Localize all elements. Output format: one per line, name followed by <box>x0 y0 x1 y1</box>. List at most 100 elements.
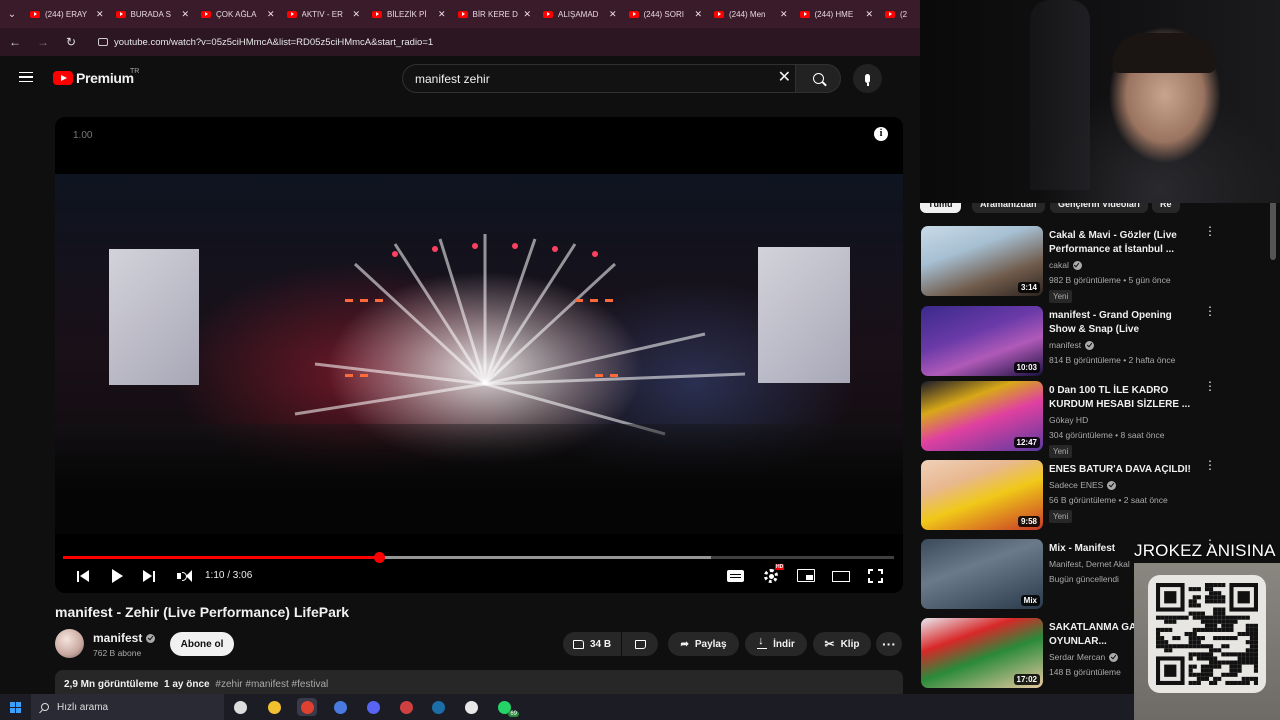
volume-icon[interactable] <box>176 568 192 584</box>
more-options-icon[interactable]: ⋮ <box>1204 305 1216 317</box>
video-frame[interactable] <box>55 174 903 534</box>
scrubber-handle[interactable] <box>373 552 385 563</box>
tab-title: ÇOK AĞLA <box>216 9 257 19</box>
channel-name[interactable]: manifest <box>93 631 156 645</box>
discord-icon[interactable] <box>363 698 383 716</box>
taskbar-search[interactable]: Hızlı arama <box>31 694 224 720</box>
chrome-icon[interactable] <box>297 698 317 716</box>
menu-icon[interactable] <box>19 72 33 82</box>
youtube-favicon-icon <box>457 10 468 18</box>
like-button[interactable]: 34 B <box>563 632 621 656</box>
settings-gear-icon[interactable] <box>764 569 778 583</box>
next-icon[interactable] <box>142 568 156 584</box>
new-badge: Yeni <box>1049 290 1073 303</box>
recommendation-title[interactable]: 0 Dan 100 TL İLE KADRO KURDUM HESABI SİZ… <box>1049 384 1199 412</box>
video-thumbnail[interactable]: 9:58 <box>921 460 1043 530</box>
recommendation-item[interactable]: 10:03 manifest - Grand Opening Show & Sna… <box>920 305 1270 376</box>
tab-close-icon[interactable]: ✕ <box>181 9 189 20</box>
tab-close-icon[interactable]: ✕ <box>609 9 617 20</box>
tab-close-icon[interactable]: ✕ <box>267 9 275 20</box>
video-title: manifest - Zehir (Live Performance) Life… <box>55 604 350 620</box>
browser-tab[interactable]: AKTIV - ER ✕ <box>281 0 367 28</box>
app-icon-blue[interactable] <box>330 698 350 716</box>
fullscreen-icon[interactable] <box>868 569 883 583</box>
search-button[interactable] <box>795 64 841 93</box>
play-icon[interactable] <box>111 568 123 584</box>
dislike-button[interactable] <box>622 632 658 656</box>
browser-tab[interactable]: ÇOK AĞLA ✕ <box>195 0 281 28</box>
video-thumbnail[interactable]: Mix <box>921 539 1043 609</box>
xbox-icon[interactable] <box>461 698 481 716</box>
browser-tab[interactable]: BURADA S ✕ <box>110 0 196 28</box>
more-actions-button[interactable]: ··· <box>876 632 902 656</box>
miniplayer-icon[interactable] <box>797 569 815 582</box>
back-icon[interactable]: ← <box>8 35 22 49</box>
task-view-icon[interactable] <box>230 698 250 716</box>
voice-search-button[interactable] <box>853 64 882 93</box>
recommendation-channel[interactable]: manifest <box>1049 340 1095 350</box>
recommendation-item[interactable]: 9:58 ENES BATUR'A DAVA AÇILDI! Sadece ENES… <box>920 459 1270 530</box>
more-options-icon[interactable]: ⋮ <box>1204 380 1216 392</box>
more-options-icon[interactable]: ⋮ <box>1204 459 1216 471</box>
browser-tab[interactable]: BİR KERE D ✕ <box>452 0 538 28</box>
tab-close-icon[interactable]: ✕ <box>865 9 873 20</box>
theater-mode-icon[interactable] <box>832 571 850 582</box>
tab-search-button[interactable]: ⌄ <box>0 0 24 28</box>
tab-close-icon[interactable]: ✕ <box>523 9 531 20</box>
clip-button[interactable]: ✂ Klip <box>813 632 871 656</box>
video-thumbnail[interactable]: 3:14 <box>921 226 1043 296</box>
upload-age: 1 ay önce <box>164 679 210 690</box>
tab-close-icon[interactable]: ✕ <box>96 9 104 20</box>
browser-tab[interactable]: (244) ERAY ✕ <box>24 0 110 28</box>
browser-tab[interactable]: BİLEZİK Pİ ✕ <box>366 0 452 28</box>
sidebar-scrollbar[interactable] <box>1270 200 1276 260</box>
recommendation-channel[interactable]: Gökay HD <box>1049 415 1088 425</box>
hashtags[interactable]: #zehir #manifest #festival <box>215 679 328 690</box>
clear-search-icon[interactable]: ✕ <box>778 70 791 86</box>
youtube-logo[interactable]: Premium <box>53 70 134 86</box>
recommendation-channel[interactable]: Serdar Mercan <box>1049 652 1119 662</box>
windows-start-icon[interactable] <box>10 702 21 713</box>
browser-tab[interactable]: (244) <box>879 0 913 28</box>
video-thumbnail[interactable]: 12:47 <box>921 381 1043 451</box>
recommendation-channel[interactable]: cakal <box>1049 260 1082 270</box>
recommendation-item[interactable]: 12:47 0 Dan 100 TL İLE KADRO KURDUM HESAB… <box>920 380 1270 458</box>
share-button[interactable]: ➦ Paylaş <box>668 632 739 656</box>
recommendation-channel[interactable]: Manifest, Dernet Akal <box>1049 559 1130 569</box>
recommendation-title[interactable]: ENES BATUR'A DAVA AÇILDI! <box>1049 463 1199 477</box>
site-info-icon[interactable] <box>98 38 108 46</box>
valorant-icon[interactable] <box>396 698 416 716</box>
file-explorer-icon[interactable] <box>264 698 284 716</box>
subtitles-icon[interactable] <box>727 570 744 582</box>
browser-tab[interactable]: (244) SORI ✕ <box>623 0 709 28</box>
recommendation-channel[interactable]: Sadece ENES <box>1049 480 1117 490</box>
forward-icon[interactable]: → <box>36 35 50 49</box>
browser-tab[interactable]: (244) HME ✕ <box>794 0 880 28</box>
subscribe-button[interactable]: Abone ol <box>170 632 234 656</box>
streamer-hair <box>1112 33 1216 73</box>
video-thumbnail[interactable]: 10:03 <box>921 306 1043 376</box>
recommendation-item[interactable]: 3:14 Cakal & Mavi - Gözler (Live Performa… <box>920 225 1270 303</box>
tab-close-icon[interactable]: ✕ <box>438 9 446 20</box>
browser-tab[interactable]: (244) Men ✕ <box>708 0 794 28</box>
video-player[interactable]: 1.00 i 1:10 / 3:06 HD <box>55 117 903 593</box>
logo-region: TR <box>130 68 140 75</box>
channel-avatar[interactable] <box>55 629 84 658</box>
browser-tab[interactable]: ALIŞAMAD ✕ <box>537 0 623 28</box>
tab-close-icon[interactable]: ✕ <box>694 9 702 20</box>
recommendation-title[interactable]: Cakal & Mavi - Gözler (Live Performance … <box>1049 229 1199 257</box>
download-button[interactable]: İndir <box>745 632 807 656</box>
previous-icon[interactable] <box>76 568 90 584</box>
recommendation-title[interactable]: manifest - Grand Opening Show & Snap (Li… <box>1049 309 1199 337</box>
description-box[interactable]: 2,9 Mn görüntüleme 1 ay önce #zehir #man… <box>55 670 903 694</box>
info-icon[interactable]: i <box>874 127 888 141</box>
more-options-icon[interactable]: ⋮ <box>1204 225 1216 237</box>
tab-close-icon[interactable]: ✕ <box>780 9 788 20</box>
url-field[interactable]: youtube.com/watch?v=05z5ciHMmcA&list=RD0… <box>114 37 433 48</box>
reload-icon[interactable]: ↻ <box>64 35 78 49</box>
search-input[interactable]: manifest zehir ✕ <box>402 64 795 93</box>
steam-icon[interactable] <box>428 698 448 716</box>
tab-close-icon[interactable]: ✕ <box>352 9 360 20</box>
whatsapp-icon[interactable]: 69 <box>494 698 519 717</box>
video-thumbnail[interactable]: 17:02 <box>921 618 1043 688</box>
